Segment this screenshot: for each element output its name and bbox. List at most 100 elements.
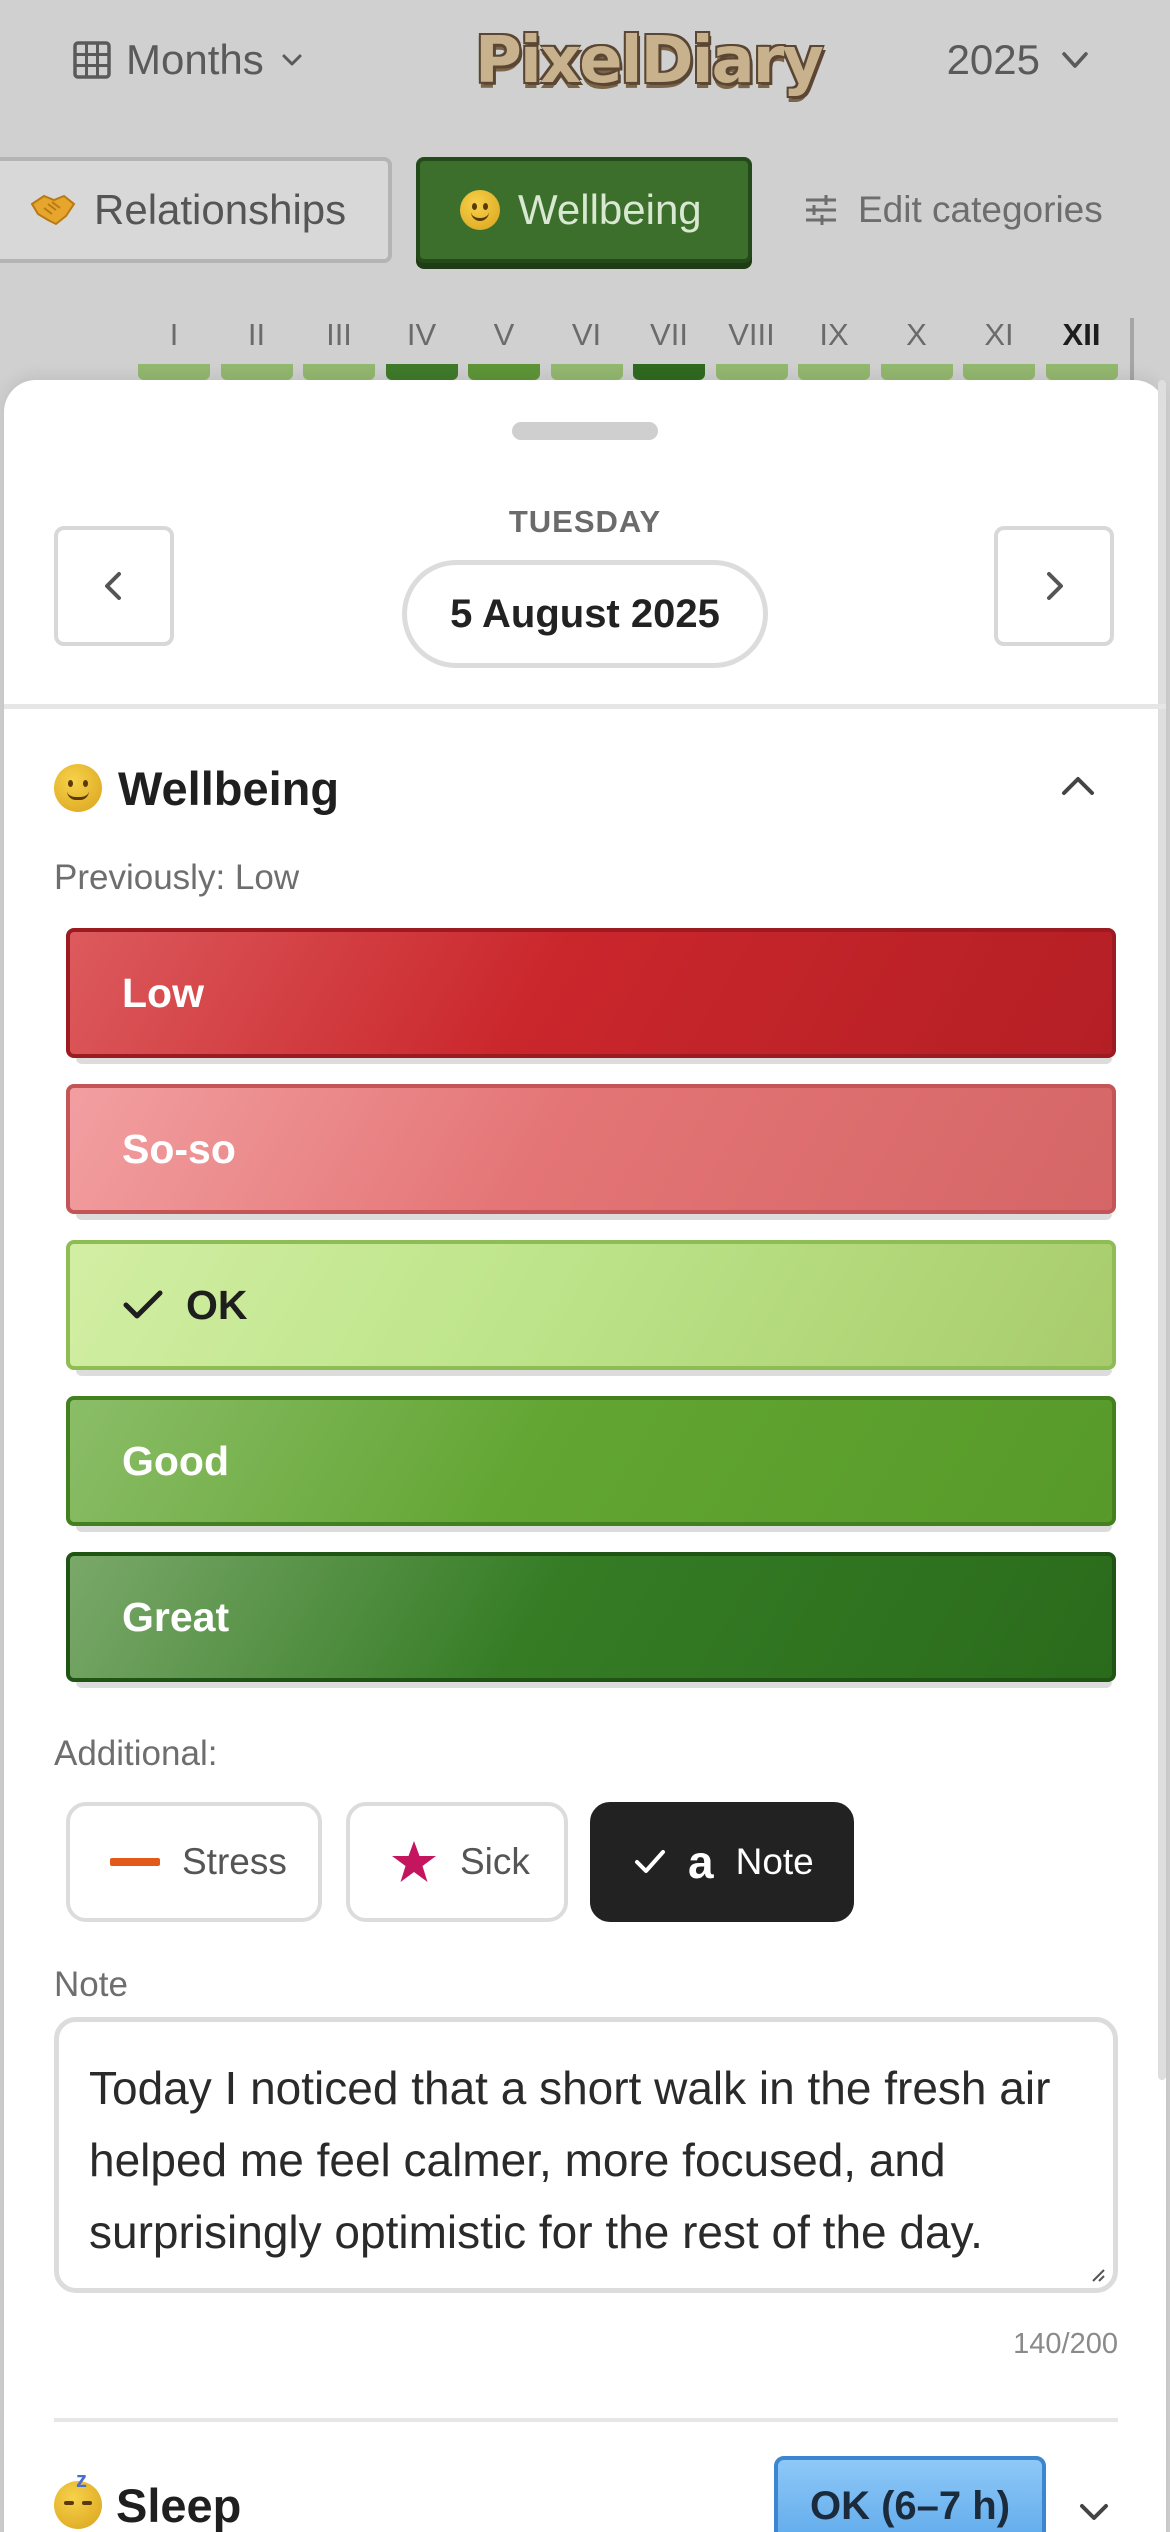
month-vi[interactable]: VI <box>549 310 625 380</box>
month-label: XII <box>1062 317 1101 352</box>
app-root: Months PixelDiary 2025 Relationships Wel… <box>0 0 1170 2532</box>
sleep-section-title: z Sleep <box>54 2467 242 2532</box>
month-label: X <box>906 317 927 352</box>
level-low-label: Low <box>122 969 204 1016</box>
month-x[interactable]: X <box>879 310 955 380</box>
month-color-bar <box>715 364 788 380</box>
checkmark-icon <box>635 1850 665 1873</box>
level-good-label: Good <box>122 1437 230 1484</box>
tab-relationships-label: Relationships <box>94 186 347 233</box>
tag-sick[interactable]: Sick <box>346 1802 568 1922</box>
level-low[interactable]: Low <box>66 928 1116 1064</box>
tag-sick-label: Sick <box>460 1841 530 1882</box>
smiley-face-icon <box>460 190 500 230</box>
previous-value-label: Previously: Low <box>54 858 300 897</box>
month-label: XI <box>984 317 1014 352</box>
tab-wellbeing[interactable]: Wellbeing <box>416 157 752 263</box>
month-vii[interactable]: VII <box>631 310 707 380</box>
month-color-bar <box>303 364 375 380</box>
category-tabs: Relationships Wellbeing Edit categories <box>0 154 1170 266</box>
sleep-value-badge[interactable]: OK (6–7 h) <box>774 2456 1046 2532</box>
month-color-bar <box>633 364 705 380</box>
month-color-bar <box>880 364 953 380</box>
month-xi[interactable]: XI <box>961 310 1037 380</box>
month-color-bar <box>468 364 540 380</box>
level-great[interactable]: Great <box>66 1552 1116 1688</box>
divider <box>54 2418 1118 2422</box>
month-v[interactable]: V <box>466 310 542 380</box>
note-char-count: 140/200 <box>1013 2328 1118 2360</box>
tab-wellbeing-label: Wellbeing <box>518 186 702 233</box>
level-ok-label: OK <box>186 1281 248 1328</box>
month-color-bar <box>1045 364 1118 380</box>
note-field-label: Note <box>54 1965 128 2004</box>
tab-relationships[interactable]: Relationships <box>0 157 392 263</box>
level-so-so[interactable]: So-so <box>66 1084 1116 1220</box>
month-iv[interactable]: IV <box>384 310 460 380</box>
chevron-down-icon[interactable] <box>1074 2492 1114 2532</box>
note-textarea[interactable]: Today I noticed that a short walk in the… <box>54 2017 1118 2293</box>
sleeping-face-icon: z <box>54 2467 102 2529</box>
wellbeing-section-title: Wellbeing <box>54 756 339 820</box>
sheet-drag-handle[interactable] <box>512 422 658 440</box>
previous-day-button[interactable] <box>54 526 174 646</box>
next-day-button[interactable] <box>994 526 1114 646</box>
month-label: VI <box>571 317 602 352</box>
chevron-right-icon <box>1047 572 1063 600</box>
calendar-grid-icon <box>73 41 111 79</box>
month-color-bar <box>385 364 458 380</box>
level-ok[interactable]: OK <box>66 1240 1116 1376</box>
year-select[interactable]: 2025 <box>947 30 1092 90</box>
month-color-bar <box>963 364 1035 380</box>
month-label: III <box>326 317 352 352</box>
scrollbar[interactable] <box>1158 380 1166 2080</box>
month-label: IX <box>819 317 849 352</box>
additional-label: Additional: <box>54 1734 218 1773</box>
month-color-bar <box>550 364 623 380</box>
chevron-up-icon[interactable] <box>1054 762 1102 810</box>
handshake-icon <box>30 194 76 226</box>
month-label: I <box>169 317 179 352</box>
month-xii[interactable]: XII <box>1044 310 1120 380</box>
sliders-icon <box>806 195 836 225</box>
chevron-left-icon <box>105 572 121 600</box>
checkmark-icon <box>123 1290 163 1319</box>
tag-stress-label: Stress <box>182 1841 287 1882</box>
top-bar: Months PixelDiary 2025 <box>0 0 1170 130</box>
month-strip-divider <box>1130 318 1134 380</box>
edit-categories-button[interactable]: Edit categories <box>804 154 1103 266</box>
sleep-title: Sleep <box>116 2478 242 2532</box>
resize-handle-icon[interactable] <box>1091 2268 1105 2282</box>
year-label: 2025 <box>946 36 1040 83</box>
month-iii[interactable]: III <box>301 310 377 380</box>
star-icon <box>392 1841 436 1882</box>
view-switch[interactable]: Months <box>72 30 306 90</box>
chevron-down-icon <box>1062 52 1088 68</box>
month-ii[interactable]: II <box>219 310 295 380</box>
stress-dash-icon <box>110 1858 160 1866</box>
month-label: IV <box>406 317 437 352</box>
tag-stress[interactable]: Stress <box>66 1802 322 1922</box>
date-picker[interactable]: 5 August 2025 <box>402 560 768 668</box>
day-sheet: TUESDAY 5 August 2025 Wellbeing Previous… <box>4 380 1166 2532</box>
tag-note[interactable]: a Note <box>590 1802 854 1922</box>
note-letter-icon: a <box>688 1836 714 1888</box>
note-text: Today I noticed that a short walk in the… <box>89 2062 1051 2258</box>
view-switch-label: Months <box>126 36 264 83</box>
weekday-label: TUESDAY <box>508 504 662 539</box>
divider <box>4 704 1166 709</box>
month-color-bar <box>220 364 293 380</box>
chevron-down-icon <box>282 54 302 66</box>
month-color-bar <box>138 364 210 380</box>
tag-note-label: Note <box>735 1841 814 1882</box>
level-good[interactable]: Good <box>66 1396 1116 1532</box>
month-strip: I II III IV V VI VII VIII IX X XI XII <box>136 310 1134 380</box>
month-color-bar <box>798 364 870 380</box>
month-i[interactable]: I <box>136 310 212 380</box>
level-great-label: Great <box>122 1593 230 1640</box>
wellbeing-title: Wellbeing <box>118 761 340 815</box>
month-viii[interactable]: VIII <box>714 310 790 380</box>
month-label: VIII <box>728 317 775 352</box>
level-so-so-label: So-so <box>122 1125 236 1172</box>
month-ix[interactable]: IX <box>796 310 872 380</box>
